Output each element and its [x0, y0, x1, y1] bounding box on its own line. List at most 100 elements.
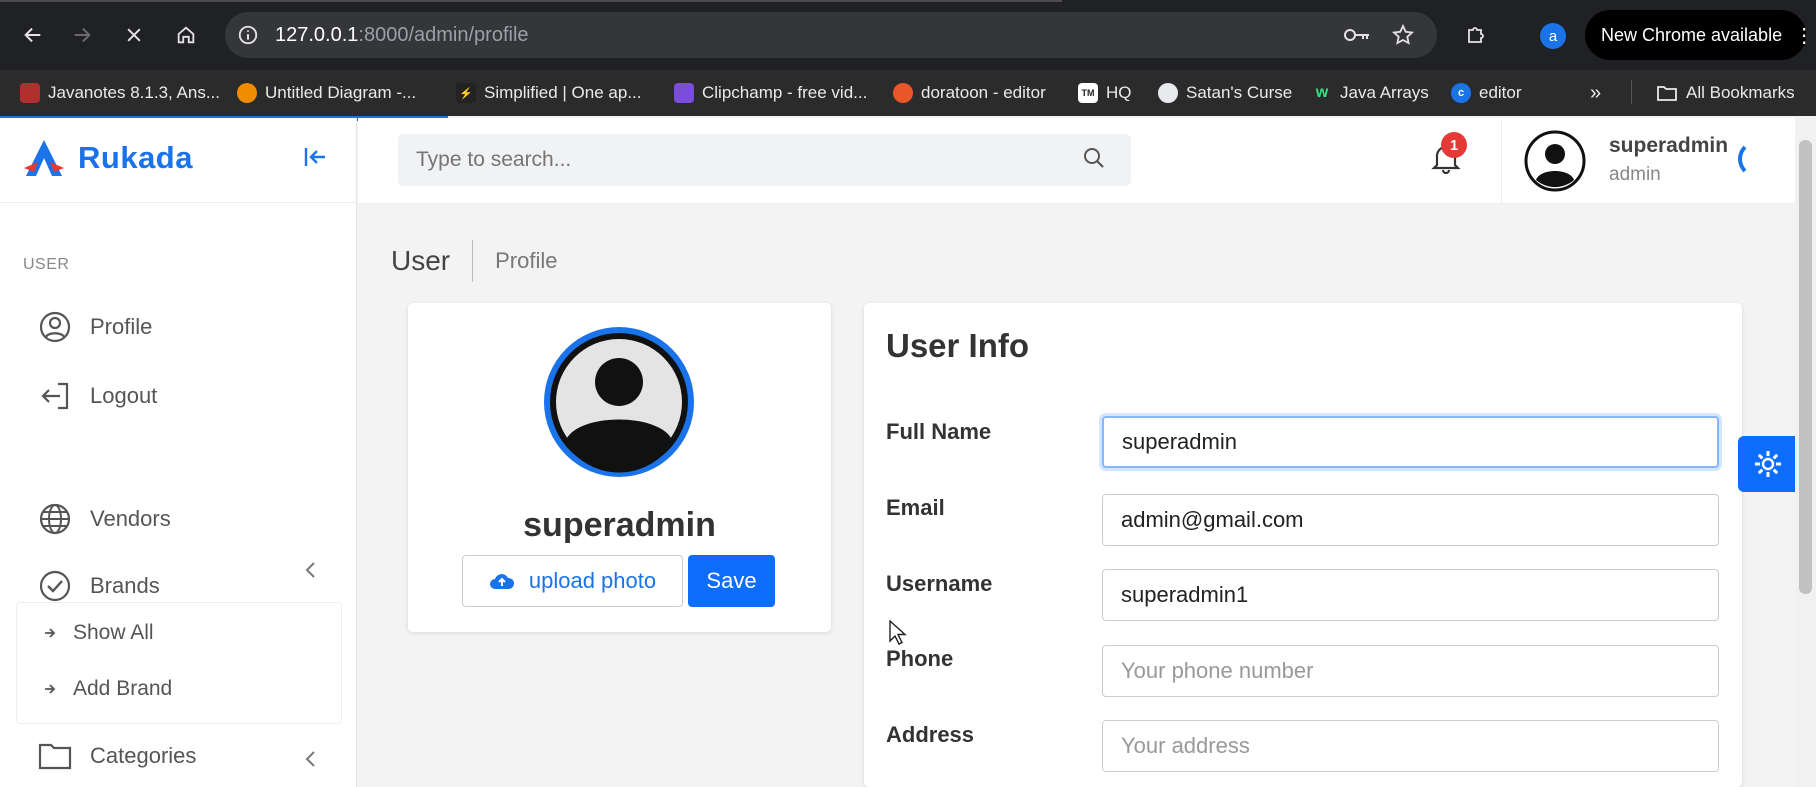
header-user-role: admin: [1609, 164, 1661, 185]
profile-avatar[interactable]: a: [1540, 23, 1566, 49]
address-label: Address: [886, 722, 975, 747]
sidebar-item-brands[interactable]: Brands: [38, 569, 160, 603]
bookmark-item[interactable]: ⚡ Simplified | One ap...: [456, 75, 642, 111]
sidebar-item-label: Brands: [90, 573, 160, 598]
bookmark-favicon-icon: [20, 83, 40, 103]
kebab-menu-icon: ⋮: [1794, 24, 1815, 47]
forward-button[interactable]: [61, 14, 103, 56]
sidebar-item-categories[interactable]: Categories: [38, 741, 196, 771]
bookmark-item[interactable]: Satan's Curse: [1158, 75, 1292, 111]
breadcrumb: User Profile: [391, 240, 557, 282]
all-bookmarks-button[interactable]: All Bookmarks: [1656, 75, 1795, 111]
bookmark-label: doratoon - editor: [921, 83, 1046, 102]
bookmark-item[interactable]: doratoon - editor: [893, 75, 1046, 111]
submenu-item-label: Show All: [73, 621, 154, 644]
home-button[interactable]: [165, 14, 207, 56]
email-field[interactable]: [1102, 494, 1719, 546]
puzzle-icon: [1468, 27, 1484, 43]
profile-avatar-icon: [544, 327, 694, 477]
brands-submenu: Show All Add Brand: [16, 602, 342, 724]
user-info-title: User Info: [886, 327, 1030, 364]
bookmark-favicon-icon: ⚡: [456, 83, 476, 103]
breadcrumb-root[interactable]: User: [391, 245, 450, 277]
sidebar-collapse-button[interactable]: [303, 146, 327, 168]
bookmark-label: Javanotes 8.1.3, Ans...: [48, 83, 221, 102]
bookmark-favicon-icon: [674, 83, 694, 103]
user-circle-icon: [39, 311, 71, 343]
bookmark-favicon-icon: [237, 83, 257, 103]
bookmarks-divider: [1631, 80, 1632, 104]
upload-photo-button[interactable]: upload photo: [462, 555, 683, 607]
gear-icon: [1755, 451, 1781, 477]
email-label: Email: [886, 495, 945, 520]
bookmark-label: Java Arrays: [1340, 83, 1429, 102]
star-icon[interactable]: [1391, 23, 1415, 47]
sidebar-item-label: Logout: [90, 383, 158, 408]
sidebar-divider: [0, 202, 357, 203]
address-bar[interactable]: 127.0.0.1:8000/admin/profile: [225, 12, 1437, 58]
bookmark-item[interactable]: Untitled Diagram -...: [237, 75, 416, 111]
full-name-field[interactable]: [1102, 416, 1719, 468]
key-icon[interactable]: [1343, 24, 1371, 46]
page-scrollbar[interactable]: [1795, 118, 1816, 787]
all-bookmarks-label: All Bookmarks: [1686, 83, 1795, 102]
address-field[interactable]: [1102, 720, 1719, 772]
avatar-icon: [1524, 130, 1586, 192]
bookmark-item[interactable]: c editor: [1451, 75, 1522, 111]
header-user-name[interactable]: superadmin: [1609, 134, 1728, 158]
mouse-cursor-icon: [889, 620, 907, 646]
arrow-left-icon: [24, 27, 41, 43]
bookmark-item[interactable]: TM HQ: [1078, 75, 1132, 111]
bookmark-label: Clipchamp - free vid...: [702, 83, 868, 102]
sidebar-section-title: USER: [23, 256, 70, 273]
categories-chevron-icon[interactable]: [303, 749, 317, 769]
chrome-update-button[interactable]: New Chrome available ⋮: [1585, 10, 1814, 60]
extensions-button[interactable]: [1455, 14, 1497, 56]
loading-spinner-icon: [1738, 140, 1776, 178]
sidebar-item-vendors[interactable]: Vendors: [38, 502, 171, 536]
phone-field[interactable]: [1102, 645, 1719, 697]
search-icon[interactable]: [1083, 147, 1105, 169]
bookmark-label: Simplified | One ap...: [484, 83, 642, 102]
save-photo-button[interactable]: Save: [688, 555, 775, 607]
info-icon[interactable]: [237, 24, 259, 46]
bookmark-item[interactable]: Javanotes 8.1.3, Ans...: [20, 75, 220, 111]
app-header: 1 superadmin admin: [358, 118, 1816, 204]
sidebar-item-profile[interactable]: Profile: [38, 310, 152, 344]
upload-photo-label: upload photo: [528, 568, 657, 593]
url-text[interactable]: 127.0.0.1:8000/admin/profile: [275, 24, 529, 47]
submenu-item-add-brand[interactable]: Add Brand: [43, 677, 172, 701]
search-input[interactable]: [398, 134, 1131, 186]
sidebar: Rukada USER Profile Logout Vendors Brand…: [0, 118, 357, 787]
cloud-upload-icon: [489, 574, 514, 589]
arrow-right-icon: [45, 628, 56, 638]
back-button[interactable]: [12, 14, 54, 56]
bookmark-label: HQ: [1106, 83, 1132, 102]
header-divider: [1501, 118, 1502, 204]
bookmark-item[interactable]: w Java Arrays: [1312, 75, 1429, 111]
sidebar-item-label: Categories: [90, 743, 197, 768]
more-bookmarks-icon[interactable]: »: [1590, 75, 1601, 111]
brands-chevron-icon[interactable]: [303, 560, 317, 580]
brand-logo[interactable]: Rukada: [22, 138, 193, 178]
bookmark-favicon-icon: TM: [1078, 83, 1098, 103]
folder-icon: [1657, 86, 1677, 101]
username-field[interactable]: [1102, 569, 1719, 621]
full-name-label: Full Name: [886, 419, 992, 444]
user-info-card: User Info Full Name Email Username Phone…: [864, 303, 1742, 787]
sidebar-item-label: Vendors: [90, 506, 171, 531]
globe-icon: [1158, 83, 1178, 103]
sidebar-item-logout[interactable]: Logout: [38, 379, 157, 413]
bookmark-favicon-icon: [893, 83, 913, 103]
home-icon: [177, 26, 195, 44]
submenu-item-show-all[interactable]: Show All: [43, 621, 154, 645]
profile-photo: [541, 324, 697, 480]
scrollbar-thumb[interactable]: [1799, 140, 1812, 594]
submenu-item-label: Add Brand: [73, 677, 173, 700]
settings-button[interactable]: [1738, 436, 1798, 492]
arrow-right-icon: [45, 684, 56, 694]
bookmark-item[interactable]: Clipchamp - free vid...: [674, 75, 867, 111]
bookmark-label: editor: [1479, 83, 1522, 102]
user-avatar[interactable]: [1524, 130, 1586, 192]
stop-button[interactable]: [113, 14, 155, 56]
